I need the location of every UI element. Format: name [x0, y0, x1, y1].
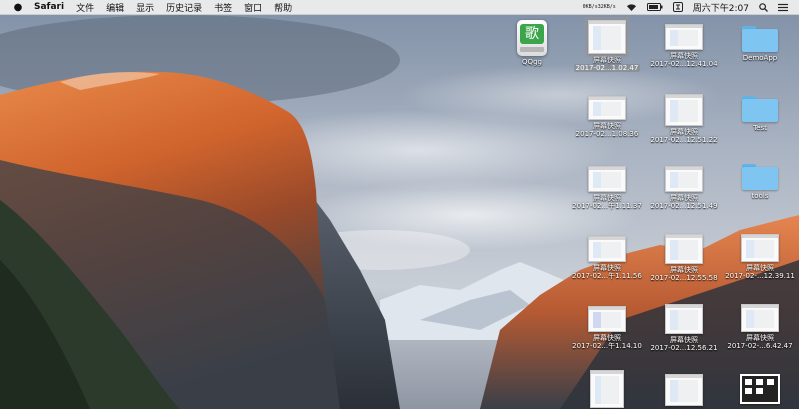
- folder-label: Test: [753, 124, 767, 132]
- desktop-screenshot-7[interactable]: 屏幕快照 2017-02...午1.11.56: [569, 236, 645, 280]
- screenshot-date: 2017-02...1.02.47: [573, 64, 641, 72]
- desktop-screenshot-partial-1[interactable]: [569, 370, 645, 408]
- folder-icon: [742, 96, 778, 122]
- screenshot-name: 屏幕快照: [670, 194, 698, 202]
- screenshot-name: 屏幕快照: [670, 52, 698, 60]
- network-monitor-icon[interactable]: 0KB/s 32KB/s: [582, 3, 616, 10]
- screenshot-thumbnail: [741, 234, 779, 262]
- screenshot-thumbnail: [665, 304, 703, 334]
- desktop-screenshot-3[interactable]: 屏幕快照 2017-02...1.08.36: [569, 96, 645, 138]
- screenshot-date: 2017-02-...6.42.47: [727, 342, 793, 350]
- desktop-screenshot-5[interactable]: 屏幕快照 2017-02...午1.11.37: [569, 166, 645, 210]
- screenshot-name: 屏幕快照: [746, 264, 774, 272]
- video-file-icon: [740, 374, 780, 404]
- desktop-screenshot-10[interactable]: 屏幕快照 2017-02...午1.14.10: [569, 306, 645, 350]
- desktop-screenshot-9[interactable]: 屏幕快照 2017-02-...12.39.11: [722, 234, 798, 280]
- screenshot-thumbnail: [741, 304, 779, 332]
- desktop-folder-tools[interactable]: tools: [722, 164, 798, 200]
- battery-icon[interactable]: [646, 3, 663, 11]
- screenshot-thumbnail: [588, 96, 626, 120]
- desktop-film-item[interactable]: [722, 374, 798, 404]
- desktop-screenshot-6[interactable]: 屏幕快照 2017-02...12.51.49: [646, 166, 722, 210]
- desktop-folder-demoapp[interactable]: DemoApp: [722, 26, 798, 62]
- screenshot-thumbnail: [665, 166, 703, 192]
- screenshot-date: 2017-02...午1.11.37: [572, 202, 642, 210]
- app-glyph: 歌: [520, 24, 544, 44]
- screenshot-name: 屏幕快照: [593, 334, 621, 342]
- menu-history[interactable]: 历史记录: [166, 1, 202, 14]
- desktop-app-qqgg[interactable]: 歌 QQgg: [494, 20, 570, 66]
- apple-logo-icon[interactable]: ●: [11, 2, 25, 13]
- screenshot-thumbnail: [665, 94, 703, 126]
- desktop-screenshot-4[interactable]: 屏幕快照 2017-02...12.51.22: [646, 94, 722, 144]
- folder-label: DemoApp: [742, 54, 778, 62]
- desktop-screenshot-12[interactable]: 屏幕快照 2017-02-...6.42.47: [722, 304, 798, 350]
- folder-icon: [742, 26, 778, 52]
- screenshot-name: 屏幕快照: [593, 264, 621, 272]
- menu-app-name[interactable]: Safari: [34, 2, 64, 12]
- menu-window[interactable]: 窗口: [244, 1, 262, 14]
- network-upload-rate: 0KB/s: [582, 3, 598, 10]
- wifi-icon[interactable]: [626, 3, 637, 12]
- screenshot-thumbnail: [585, 17, 629, 57]
- desktop-screenshot-2[interactable]: 屏幕快照 2017-02...12.41.04: [646, 24, 722, 68]
- desktop-screenshot-11[interactable]: 屏幕快照 2017-02...12.56.21: [646, 304, 722, 352]
- menu-help[interactable]: 帮助: [274, 1, 292, 14]
- screenshot-date: 2017-02...1.08.36: [575, 130, 639, 138]
- screenshot-date: 2017-02...12.51.49: [650, 202, 718, 210]
- menu-bar-status: 0KB/s 32KB/s 周六下午2:07: [578, 0, 793, 14]
- screenshot-thumbnail: [588, 166, 626, 192]
- search-icon[interactable]: [759, 2, 768, 12]
- desktop-screenshot-8[interactable]: 屏幕快照 2017-02...12.55.58: [646, 234, 722, 282]
- screenshot-thumbnail: [665, 374, 703, 406]
- screenshot-name: 屏幕快照: [593, 194, 621, 202]
- folder-icon: [742, 164, 778, 190]
- screenshot-date: 2017-02...12.51.22: [650, 136, 718, 144]
- control-center-icon[interactable]: [778, 3, 788, 12]
- desktop-screenshot-partial-2[interactable]: [646, 374, 722, 406]
- desktop-folder-test[interactable]: Test: [722, 96, 798, 132]
- screenshot-name: 屏幕快照: [670, 128, 698, 136]
- app-label: QQgg: [522, 58, 542, 66]
- screenshot-name: 屏幕快照: [670, 336, 698, 344]
- screenshot-date: 2017-02...12.55.58: [650, 274, 718, 282]
- screenshot-date: 2017-02...12.56.21: [650, 344, 718, 352]
- screenshot-thumbnail: [665, 24, 703, 50]
- screenshot-name: 屏幕快照: [746, 334, 774, 342]
- screenshot-name: 屏幕快照: [670, 266, 698, 274]
- screenshot-date: 2017-02...午1.14.10: [572, 342, 642, 350]
- screenshot-thumbnail: [590, 370, 624, 408]
- clock[interactable]: 周六下午2:07: [693, 1, 749, 14]
- screenshot-thumbnail: [665, 234, 703, 264]
- input-method-icon[interactable]: [672, 2, 683, 12]
- screenshot-thumbnail: [588, 306, 626, 332]
- screenshot-name: 屏幕快照: [593, 122, 621, 130]
- menu-view[interactable]: 显示: [136, 1, 154, 14]
- desktop-screenshot-1[interactable]: 屏幕快照 2017-02...1.02.47: [569, 17, 645, 72]
- menu-bar: ● Safari 文件 编辑 显示 历史记录 书签 窗口 帮助 0KB/s 32…: [0, 0, 799, 15]
- menu-edit[interactable]: 编辑: [106, 1, 124, 14]
- menu-bookmarks[interactable]: 书签: [214, 1, 232, 14]
- screenshot-date: 2017-02...午1.11.56: [572, 272, 642, 280]
- folder-label: tools: [751, 192, 769, 200]
- network-download-rate: 32KB/s: [597, 3, 616, 10]
- menu-file[interactable]: 文件: [76, 1, 94, 14]
- qqmusic-app-icon: 歌: [517, 20, 547, 56]
- screenshot-date: 2017-02...12.41.04: [650, 60, 718, 68]
- screenshot-name: 屏幕快照: [593, 56, 621, 64]
- screenshot-date: 2017-02-...12.39.11: [725, 272, 795, 280]
- menu-bar-left: ● Safari 文件 编辑 显示 历史记录 书签 窗口 帮助: [0, 0, 298, 14]
- screenshot-thumbnail: [588, 236, 626, 262]
